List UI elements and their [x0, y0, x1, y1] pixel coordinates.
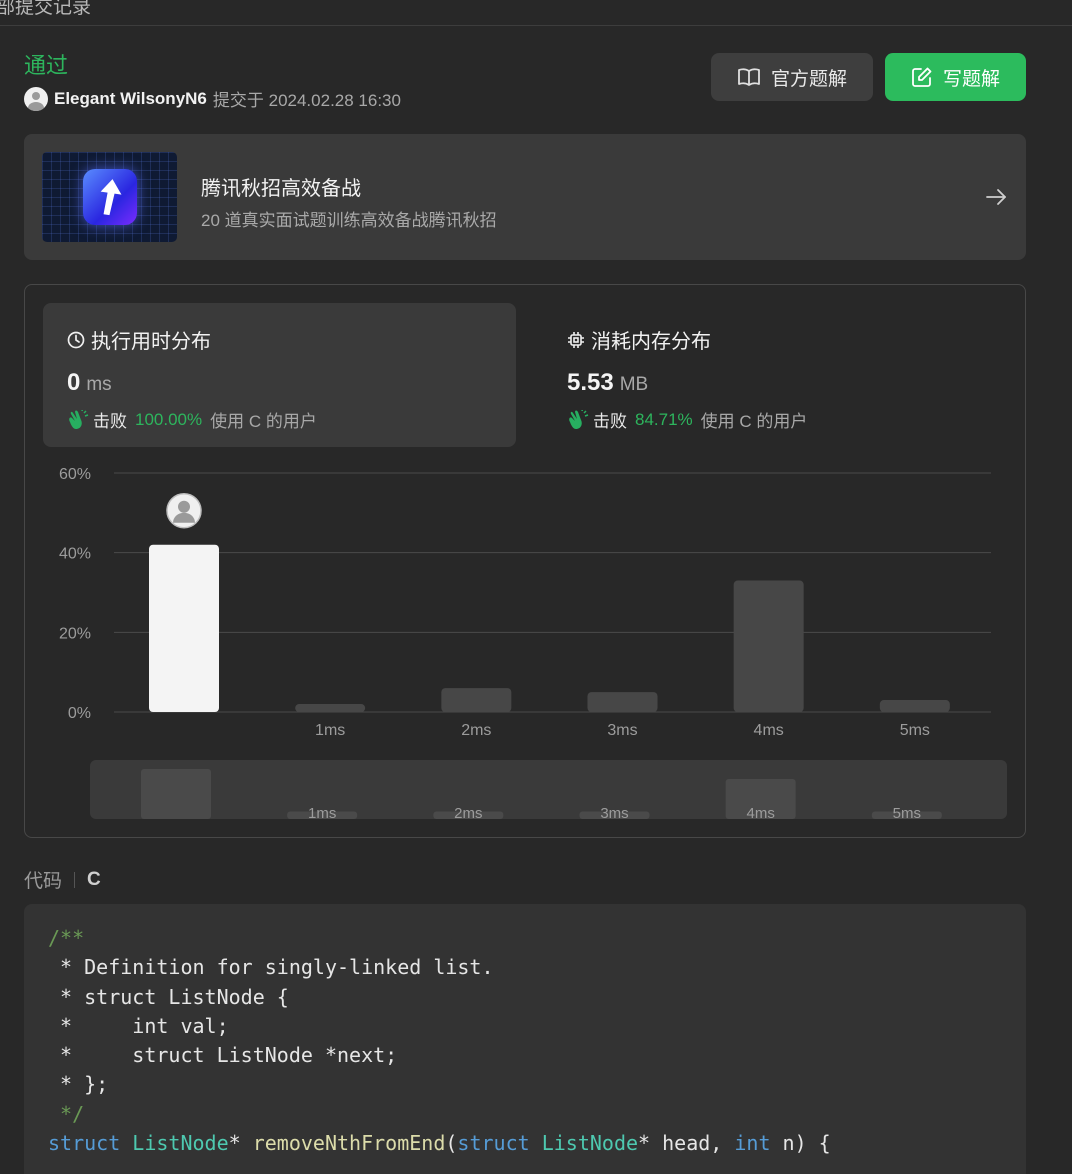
overview-tick-label: 1ms [308, 805, 336, 822]
code-line: * Definition for singly-linked list. [48, 955, 494, 980]
user-marker-head [178, 500, 190, 513]
overview-tick-label: 3ms [600, 805, 628, 822]
username[interactable]: Elegant WilsonyN6 [54, 89, 207, 109]
banner-title: 腾讯秋招高效备战 [201, 178, 361, 200]
code-line: * struct ListNode *next; [48, 1043, 398, 1068]
write-solution-button[interactable]: 写题解 [885, 53, 1026, 101]
code-header: 代码 C [24, 866, 101, 893]
y-tick-label: 0% [68, 705, 91, 722]
book-icon [738, 68, 760, 86]
official-solution-button[interactable]: 官方题解 [711, 53, 873, 101]
page-title: 部提交记录 [0, 0, 92, 18]
edit-icon [912, 67, 932, 87]
code-line: */ [48, 1101, 85, 1126]
code-block[interactable]: /** * Definition for singly-linked list.… [24, 904, 1026, 1174]
chart-overview [90, 760, 1007, 819]
code-line: * int val; [48, 1013, 229, 1038]
banner-subtitle: 20 道真实面试题训练高效备战腾讯秋招 [201, 211, 497, 230]
y-tick-label: 60% [59, 466, 91, 483]
submission-status: 通过 [24, 53, 69, 78]
x-tick-label: 1ms [315, 722, 345, 739]
code-language: C [87, 868, 101, 890]
overview-tick-label: 4ms [746, 805, 774, 822]
x-tick-label: 2ms [461, 722, 491, 739]
code-content: /** * Definition for singly-linked list.… [48, 924, 831, 1158]
code-line: struct ListNode* removeNthFromEnd(struct… [48, 1131, 831, 1156]
submit-time: 提交于 2024.02.28 16:30 [212, 91, 401, 110]
chart-bar [587, 692, 658, 712]
x-tick-label: 4ms [754, 722, 784, 739]
y-tick-label: 40% [59, 546, 91, 563]
promo-banner[interactable]: 腾讯秋招高效备战 20 道真实面试题训练高效备战腾讯秋招 [24, 134, 1026, 260]
overview-tick-label: 5ms [893, 805, 921, 822]
code-label: 代码 [24, 871, 63, 892]
arrow-right-icon[interactable] [984, 185, 1008, 209]
chart-bar [441, 688, 512, 712]
submitter-info: Elegant WilsonyN6 提交于 2024.02.28 16:30 [24, 86, 401, 111]
overview-tick-label: 2ms [454, 805, 482, 822]
code-line: * struct ListNode { [48, 984, 289, 1009]
y-tick-label: 20% [59, 625, 91, 642]
chart-bar [295, 704, 366, 712]
user-avatar[interactable] [24, 86, 48, 111]
x-tick-label: 3ms [607, 722, 637, 739]
chart-bar [149, 544, 219, 712]
chart-bar [733, 580, 804, 712]
x-tick-label: 5ms [900, 722, 930, 739]
runtime-distribution-chart[interactable]: 0% 20% 40% 60% 1ms 2ms 3ms 4ms 5ms 1ms 2ms 3ms 4ms 5m… [25, 285, 1025, 837]
overview-bar [141, 769, 211, 819]
write-solution-label: 写题解 [942, 68, 1000, 90]
banner-logo [83, 169, 137, 225]
banner-image [42, 152, 177, 242]
code-line: /** [48, 926, 85, 950]
code-line: * }; [48, 1072, 109, 1097]
top-bar: 部提交记录 [0, 0, 1072, 26]
stats-panel: 执行用时分布 0 ms 击败 100.00% 使用 C 的用户 消耗内存分布 5.… [24, 284, 1026, 838]
official-solution-label: 官方题解 [770, 68, 847, 90]
chart-bar [879, 700, 950, 712]
